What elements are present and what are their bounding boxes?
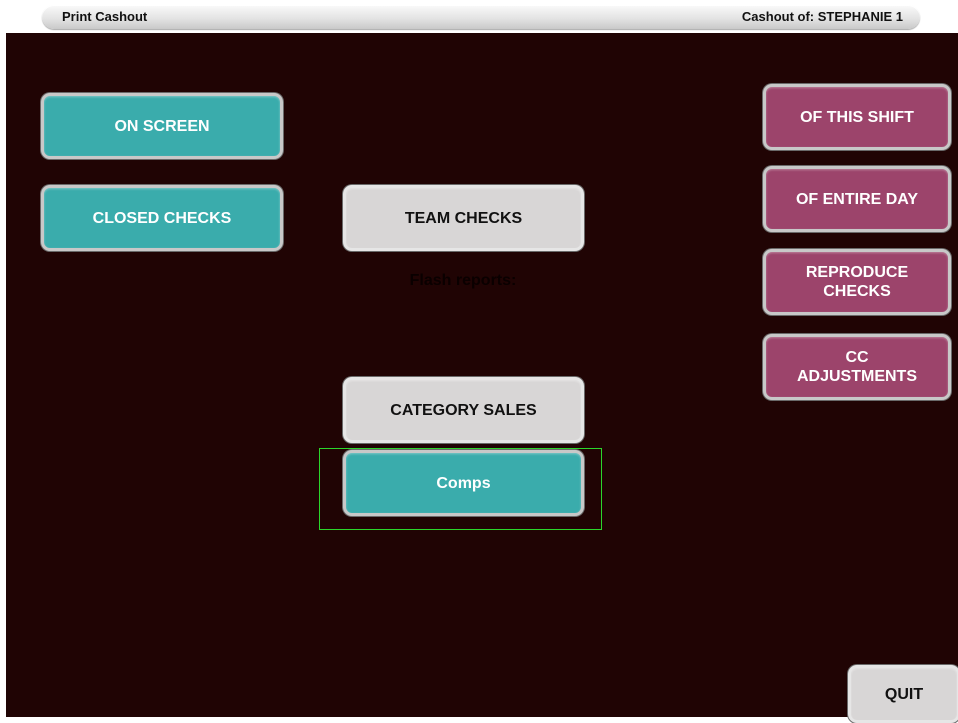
- title-bar: Print Cashout Cashout of: STEPHANIE 1: [42, 5, 920, 29]
- flash-reports-label: Flash reports:: [409, 272, 517, 289]
- of-entire-day-button[interactable]: OF ENTIRE DAY: [763, 166, 951, 232]
- on-screen-button[interactable]: ON SCREEN: [41, 93, 283, 159]
- team-checks-button[interactable]: TEAM CHECKS: [343, 185, 584, 251]
- quit-button[interactable]: QUIT: [848, 665, 958, 723]
- cc-adjustments-button[interactable]: CC ADJUSTMENTS: [763, 334, 951, 400]
- reproduce-checks-button[interactable]: REPRODUCE CHECKS: [763, 249, 951, 315]
- screen-title: Print Cashout: [62, 9, 148, 24]
- comps-button[interactable]: Comps: [343, 450, 584, 516]
- closed-checks-button[interactable]: CLOSED CHECKS: [41, 185, 283, 251]
- category-sales-button[interactable]: CATEGORY SALES: [343, 377, 584, 443]
- cashout-of-label: Cashout of: STEPHANIE 1: [741, 9, 903, 24]
- of-this-shift-button[interactable]: OF THIS SHIFT: [763, 84, 951, 150]
- print-cashout-screen: Print Cashout Cashout of: STEPHANIE 1 ON…: [0, 0, 958, 723]
